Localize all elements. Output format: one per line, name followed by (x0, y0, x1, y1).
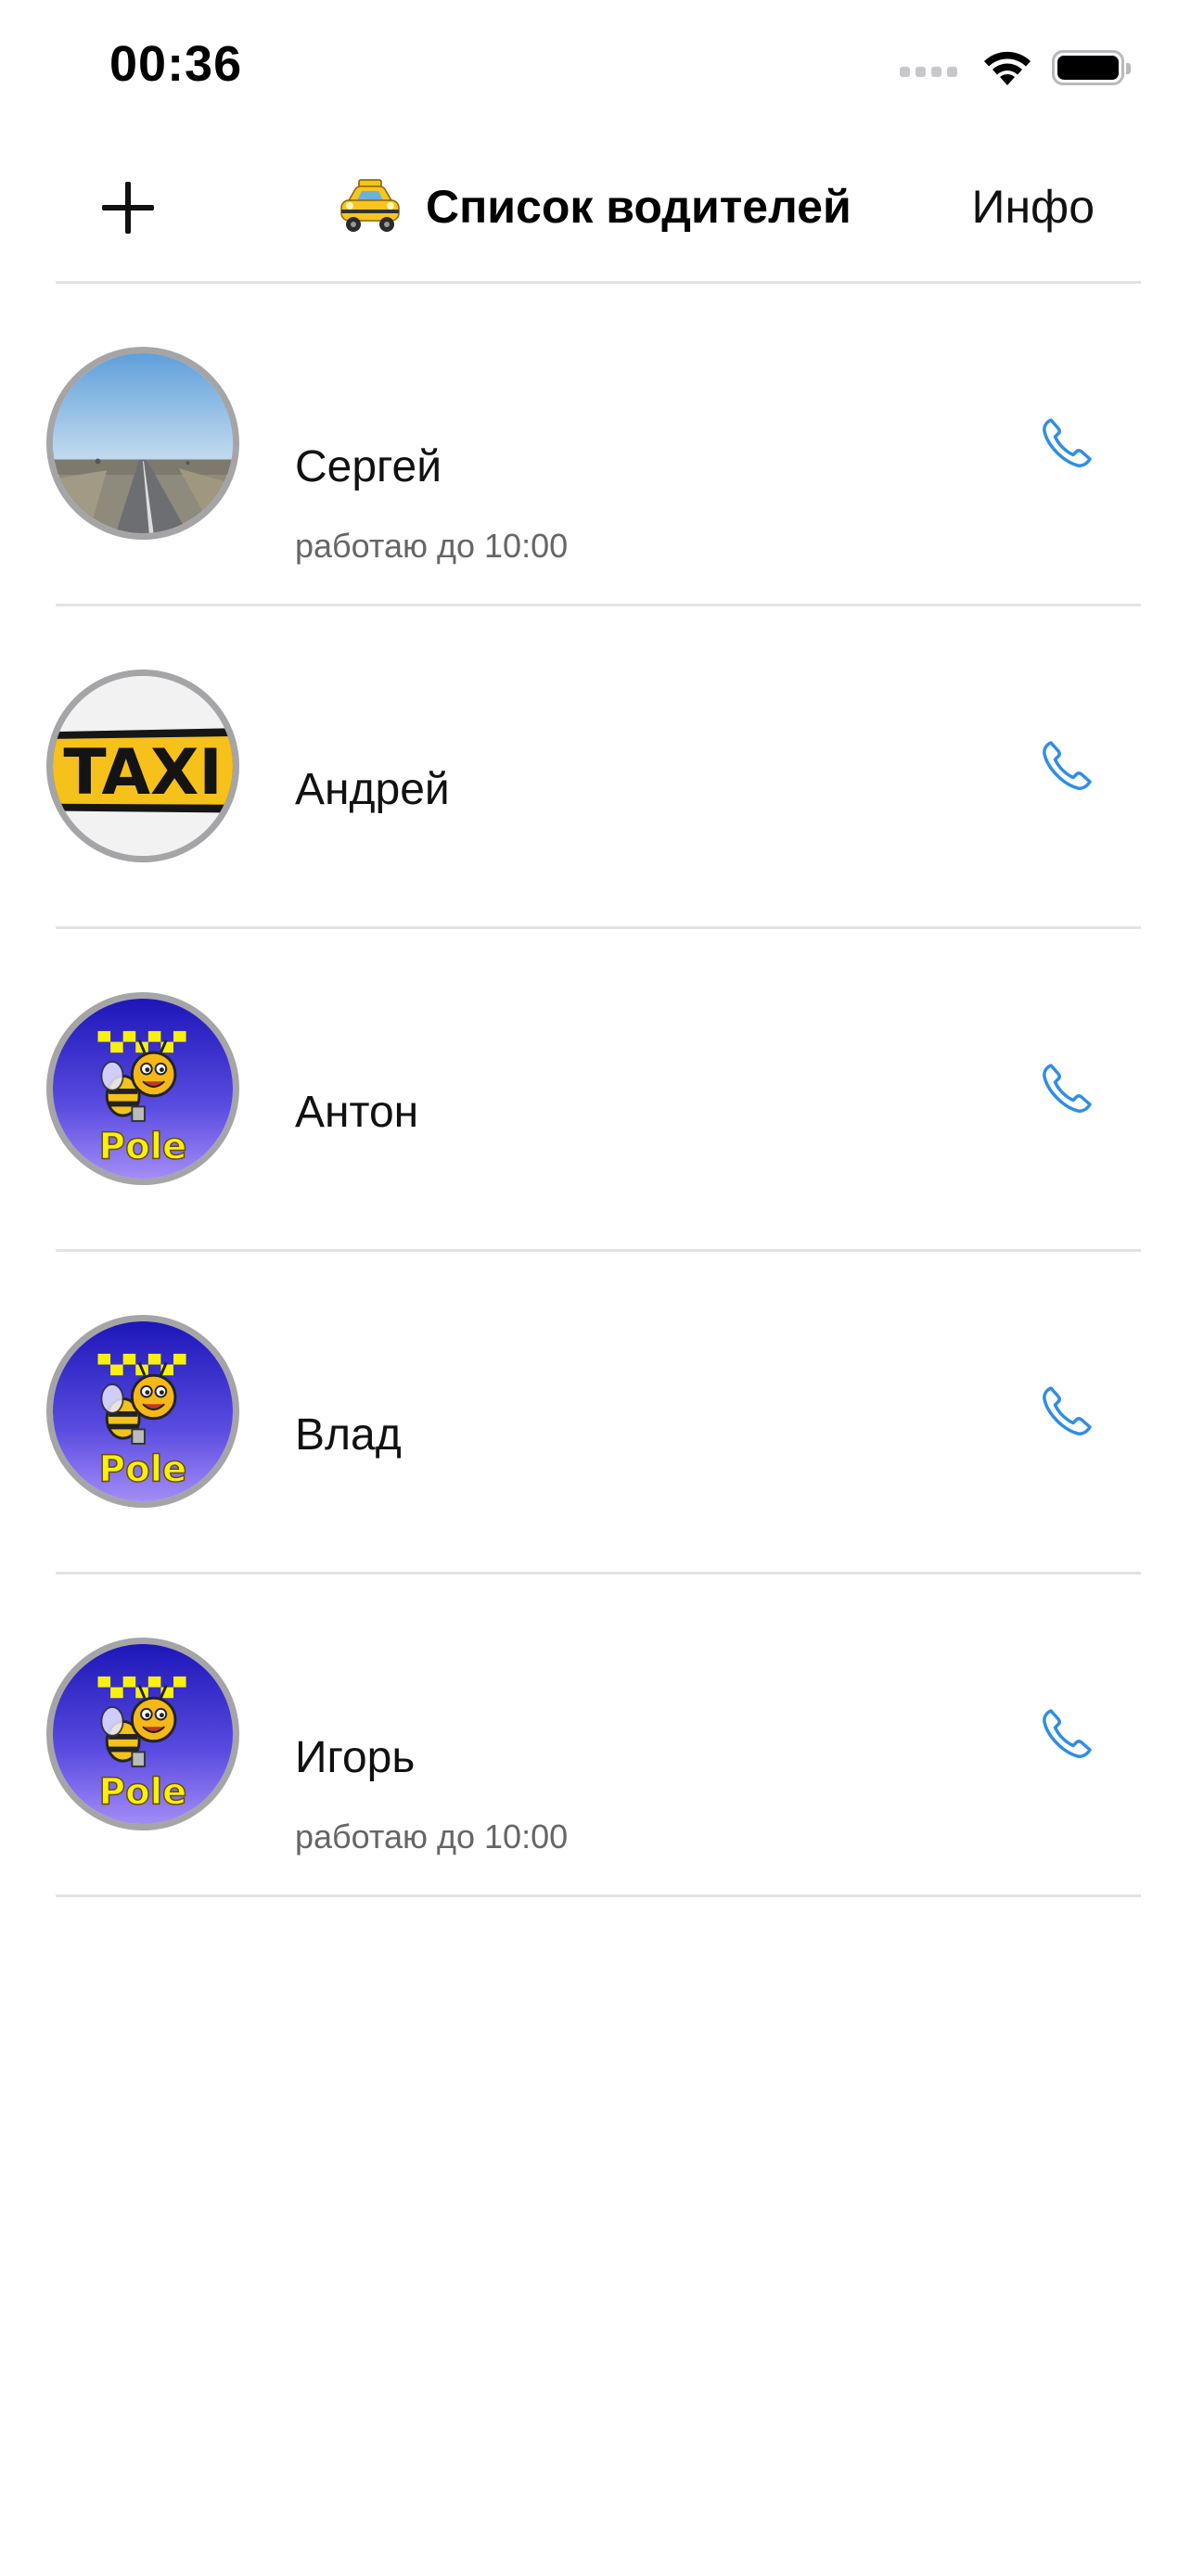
avatar (46, 1638, 239, 1830)
driver-name: Сергей (295, 442, 442, 491)
page-title-text: Список водителей (426, 181, 852, 233)
phone-icon (1043, 1709, 1092, 1758)
add-driver-button[interactable] (82, 161, 174, 254)
status-bar: 00:36 (0, 0, 1191, 139)
plus-icon (102, 182, 154, 234)
status-icons (900, 46, 1131, 89)
bee-pole-logo (53, 1321, 233, 1501)
driver-row[interactable]: Влад (0, 1252, 1191, 1575)
call-button[interactable] (1028, 1695, 1106, 1773)
driver-name: Андрей (295, 765, 450, 814)
call-button[interactable] (1028, 1050, 1106, 1128)
cellular-signal-icon (900, 58, 957, 77)
avatar (46, 347, 239, 540)
battery-icon (1052, 50, 1131, 85)
phone-icon (1043, 741, 1092, 790)
driver-list: Сергей работаю до 10:00 Андрей Антон Вла… (0, 284, 1191, 1897)
info-button[interactable]: Инфо (972, 165, 1095, 249)
road-photo (53, 353, 233, 533)
driver-name: Влад (295, 1410, 402, 1460)
call-button[interactable] (1028, 1372, 1106, 1450)
phone-icon (1043, 418, 1092, 467)
driver-status-note: работаю до 10:00 (295, 1817, 569, 1855)
taxi-emoji-icon (340, 179, 400, 232)
avatar (46, 1315, 239, 1508)
driver-name: Антон (295, 1088, 419, 1137)
call-button[interactable] (1028, 404, 1106, 482)
driver-status-note: работаю до 10:00 (295, 527, 569, 565)
phone-icon (1043, 1064, 1092, 1113)
taxi-sign-photo (53, 676, 233, 856)
page-title: Список водителей (339, 165, 852, 249)
status-time: 00:36 (109, 36, 243, 92)
driver-row[interactable]: Игорь работаю до 10:00 (0, 1575, 1191, 1897)
avatar (46, 992, 239, 1185)
driver-row[interactable]: Антон (0, 929, 1191, 1252)
driver-name: Игорь (295, 1733, 416, 1782)
phone-icon (1043, 1386, 1092, 1435)
avatar (46, 670, 239, 862)
driver-row[interactable]: Андрей (0, 606, 1191, 929)
battery-level (1057, 56, 1119, 80)
bee-pole-logo (53, 999, 233, 1179)
driver-row[interactable]: Сергей работаю до 10:00 (0, 284, 1191, 606)
bee-pole-logo (53, 1644, 233, 1824)
navigation-bar: Список водителей Инфо (56, 139, 1141, 284)
wifi-icon (984, 51, 1031, 85)
call-button[interactable] (1028, 727, 1106, 805)
